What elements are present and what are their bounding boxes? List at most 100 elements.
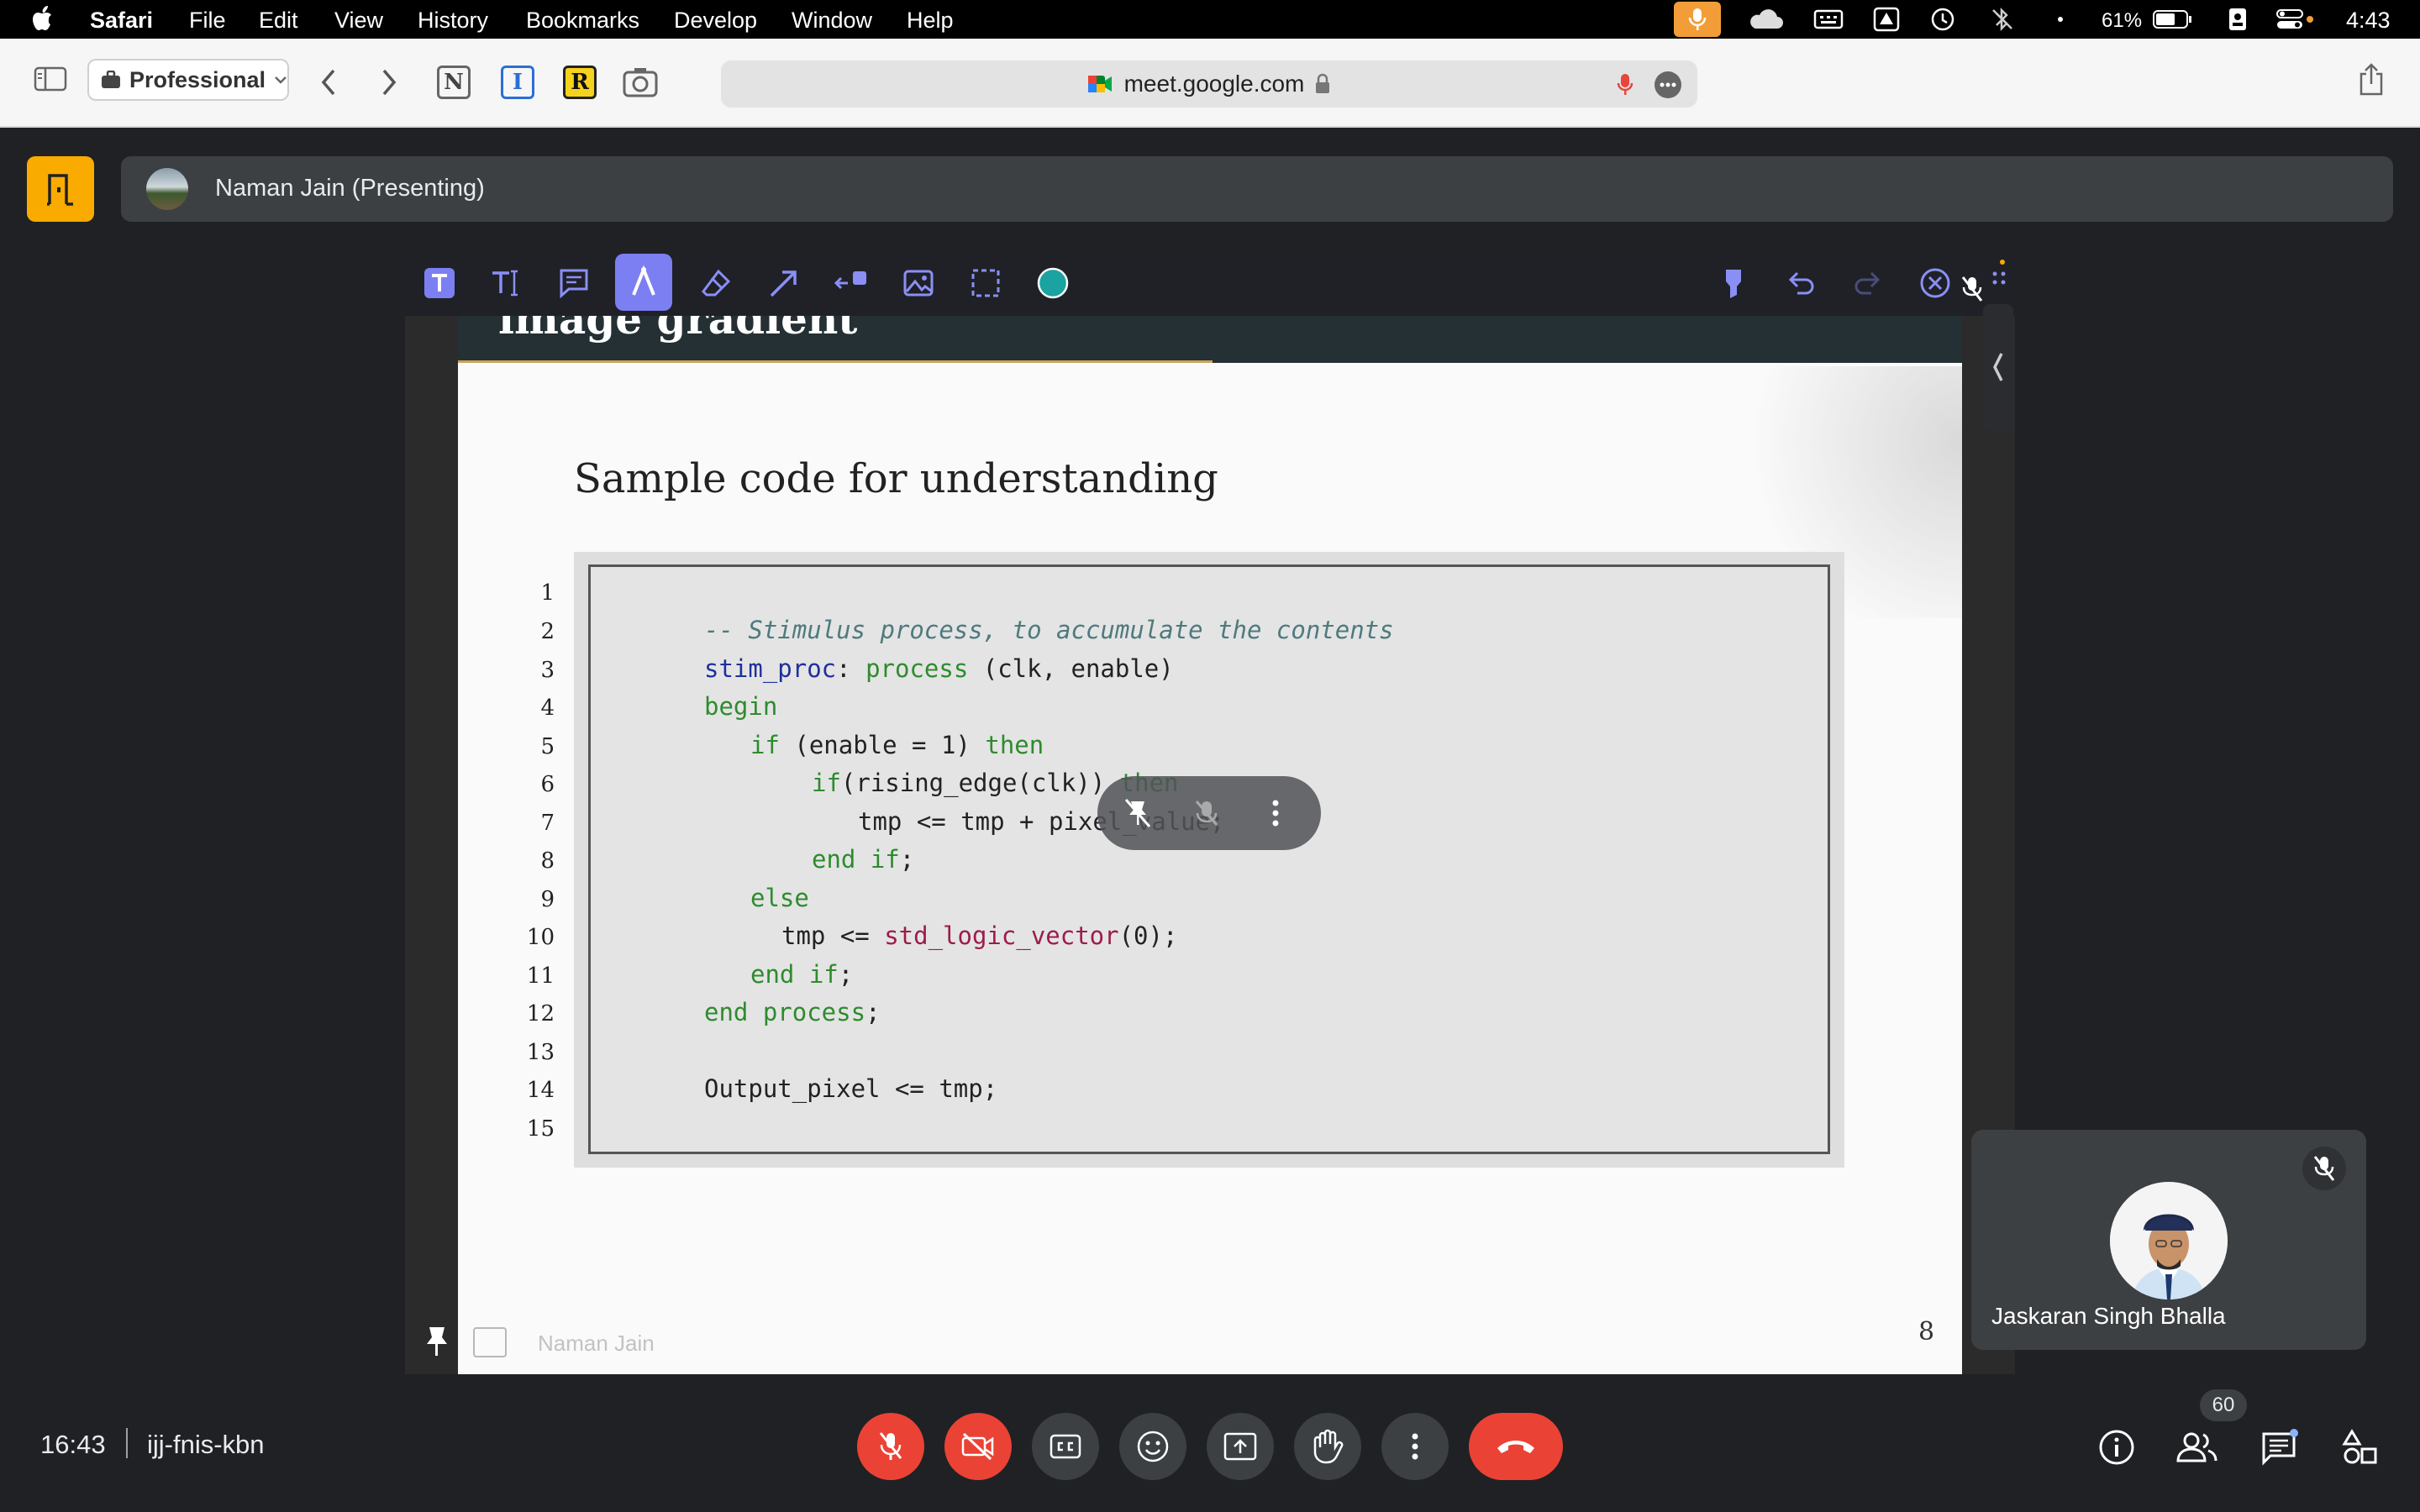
bluetooth-off-icon[interactable] <box>1986 7 2017 32</box>
present-screen-button[interactable] <box>1207 1413 1274 1480</box>
google-drive-icon[interactable] <box>1870 7 1902 32</box>
chat-icon[interactable] <box>2259 1426 2301 1468</box>
more-options-icon[interactable] <box>1654 71 1682 99</box>
selection-tool-icon[interactable] <box>960 262 1012 304</box>
readwise-extension-icon[interactable]: R <box>563 66 597 99</box>
code-line-2: -- Stimulus process, to accumulate the c… <box>704 616 1394 644</box>
back-arrow-icon[interactable] <box>319 67 338 102</box>
raise-hand-button[interactable] <box>1294 1413 1361 1480</box>
mute-participant-icon[interactable] <box>1190 796 1223 834</box>
muted-indicator-icon <box>1960 276 1985 308</box>
meeting-code: ijj-fnis-kbn <box>147 1430 265 1459</box>
menu-view[interactable]: View <box>334 8 383 34</box>
pin-off-icon[interactable] <box>1121 796 1155 834</box>
line-number: 10 <box>526 925 555 950</box>
camera-toggle-button[interactable] <box>944 1413 1012 1480</box>
code-function: std_logic_vector <box>884 921 1119 950</box>
floating-video-controls <box>1097 776 1321 850</box>
present-to-all-icon <box>1223 1432 1257 1461</box>
menu-history[interactable]: History <box>418 8 488 34</box>
control-center-icon[interactable] <box>2274 7 2316 32</box>
line-number: 6 <box>540 772 555 797</box>
chevron-left-icon <box>1993 353 2003 381</box>
briefcase-icon <box>101 71 120 88</box>
menu-file[interactable]: File <box>189 8 226 34</box>
keyboard-icon[interactable] <box>1812 7 1845 32</box>
profile-selector[interactable]: Professional <box>87 59 289 101</box>
line-number: 12 <box>526 1001 555 1026</box>
share-icon[interactable] <box>2358 62 2385 100</box>
url-text: meet.google.com <box>1123 71 1305 97</box>
more-vert-icon[interactable] <box>1270 796 1281 834</box>
icloud-icon[interactable] <box>1746 7 1785 32</box>
leave-call-button[interactable] <box>1469 1413 1563 1480</box>
comment-tool-icon[interactable] <box>548 262 600 304</box>
screenshot-extension-icon[interactable] <box>622 66 659 103</box>
people-icon[interactable] <box>2176 1426 2218 1468</box>
color-picker-icon[interactable] <box>1027 262 1079 304</box>
more-options-button[interactable] <box>1381 1413 1449 1480</box>
contact-card-icon[interactable] <box>2225 7 2250 32</box>
notion-extension-icon[interactable]: N <box>437 66 471 99</box>
pen-tool-selected-icon[interactable] <box>615 254 672 311</box>
drag-handle-icon[interactable] <box>1990 259 2008 297</box>
menu-help[interactable]: Help <box>907 8 954 34</box>
menu-bookmarks[interactable]: Bookmarks <box>526 8 639 34</box>
meeting-details-icon[interactable] <box>2096 1426 2138 1468</box>
companion-mode-button[interactable] <box>27 156 94 222</box>
menu-edit[interactable]: Edit <box>259 8 298 34</box>
presenter-avatar <box>146 168 188 210</box>
more-vert-icon <box>1412 1433 1418 1460</box>
code-keyword: end if <box>812 845 900 874</box>
bottom-divider <box>126 1428 128 1458</box>
address-bar[interactable]: meet.google.com <box>721 60 1697 108</box>
laser-pointer-tool-icon[interactable] <box>825 262 877 304</box>
participant-tile[interactable]: Jaskaran Singh Bhalla <box>1971 1130 2366 1350</box>
code-keyword: if <box>750 731 780 759</box>
code-keyword: process <box>865 654 969 683</box>
text-tool-icon[interactable] <box>413 262 466 304</box>
battery-icon[interactable] <box>2151 7 2193 32</box>
activities-icon[interactable] <box>2339 1426 2381 1468</box>
line-number: 9 <box>540 887 555 912</box>
menu-develop[interactable]: Develop <box>674 8 757 34</box>
meeting-time: 16:43 <box>40 1430 106 1459</box>
mic-off-icon <box>879 1432 902 1460</box>
image-tool-icon[interactable] <box>892 262 944 304</box>
redo-icon[interactable] <box>1842 262 1894 304</box>
code-keyword: if <box>812 769 841 797</box>
text-format-tool-icon[interactable] <box>481 262 533 304</box>
code-keyword: begin <box>704 692 778 721</box>
lock-icon <box>1316 73 1330 93</box>
microphone-active-icon[interactable] <box>1617 72 1634 97</box>
instapaper-extension-icon[interactable]: I <box>501 66 534 99</box>
close-annotation-icon[interactable] <box>1909 262 1961 304</box>
header-progress-line <box>458 360 1213 363</box>
sidebar-toggle-icon[interactable] <box>34 66 67 97</box>
eraser-tool-icon[interactable] <box>691 262 743 304</box>
reactions-button[interactable] <box>1119 1413 1186 1480</box>
line-number: 4 <box>540 696 555 721</box>
pin-presentation-icon[interactable] <box>425 1326 449 1363</box>
app-menu-safari[interactable]: Safari <box>90 8 153 34</box>
time-machine-icon[interactable] <box>1928 7 1958 32</box>
line-number: 2 <box>540 619 555 644</box>
highlighter-icon[interactable] <box>1707 262 1760 304</box>
microphone-in-use-icon[interactable] <box>1674 2 1721 37</box>
captions-button[interactable] <box>1032 1413 1099 1480</box>
arrow-tool-icon[interactable] <box>758 262 810 304</box>
line-number: 13 <box>526 1040 555 1065</box>
code-text: (enable = 1) <box>779 731 986 759</box>
closed-captions-icon <box>1050 1434 1081 1459</box>
code-line-10: tmp <= std_logic_vector(0); <box>781 921 1177 950</box>
participant-avatar <box>2110 1182 2228 1299</box>
side-panel-toggle[interactable] <box>1983 304 2013 430</box>
undo-icon[interactable] <box>1775 262 1827 304</box>
line-number: 14 <box>526 1078 555 1103</box>
code-keyword: then <box>985 731 1044 759</box>
forward-arrow-icon[interactable] <box>380 67 398 102</box>
microphone-toggle-button[interactable] <box>857 1413 924 1480</box>
apple-icon[interactable] <box>32 5 55 38</box>
menu-window[interactable]: Window <box>792 8 872 34</box>
slide-header-title: image gradient <box>498 316 858 344</box>
